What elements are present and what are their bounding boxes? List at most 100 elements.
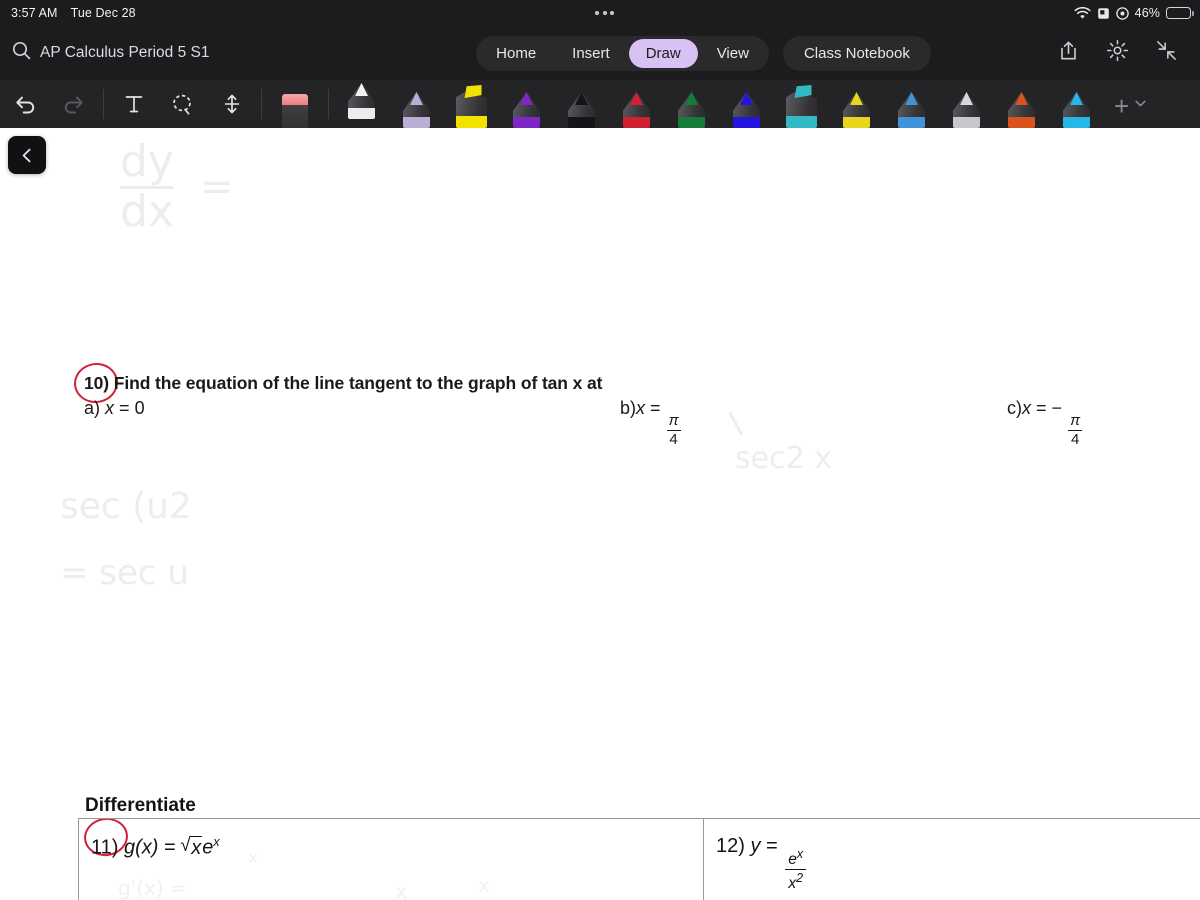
part-c-den: 4 [1070,431,1080,449]
pen-white[interactable] [334,80,389,128]
notebook-search[interactable]: AP Calculus Period 5 S1 [0,41,350,65]
ribbon-right-icons [1057,39,1200,67]
differentiate-heading: Differentiate [85,795,196,816]
part-c-sign: − [1051,398,1063,418]
part-b-eq: = [650,398,661,418]
highlighter-yellow[interactable] [444,80,499,128]
part-a-label: a) [84,398,101,418]
question-10-part-a: a) x = 0 [84,398,145,419]
tab-draw[interactable]: Draw [628,38,698,68]
part-c-label: c) [1007,398,1022,418]
ribbon-bar: AP Calculus Period 5 S1 Home Insert Draw… [0,26,1200,80]
draw-tool-group [0,80,334,128]
undo-button[interactable] [0,80,49,128]
status-time: 3:57 AM [11,6,58,20]
pen-black[interactable] [554,80,609,128]
part-c-var: x [1022,398,1031,418]
share-icon[interactable] [1057,39,1080,67]
ribbon-tabs: Home Insert Draw View Class Notebook [350,35,1057,71]
lasso-select-tool[interactable] [158,80,207,128]
pen-cyan[interactable] [1049,80,1104,128]
pen-green[interactable] [664,80,719,128]
main-tab-group: Home Insert Draw View [476,35,769,71]
pen-silver[interactable] [939,80,994,128]
toolbar-divider [103,89,104,119]
handwriting-bottom-1: x [248,848,259,868]
question-10-number: 10) [84,373,109,393]
battery-charging-icon [1166,6,1194,20]
status-bar-right: 46% [1074,6,1200,20]
search-icon[interactable] [12,41,31,65]
problem-11-expression: 11) g(x) = xex [91,835,703,860]
part-c-eq: = [1036,398,1047,418]
pen-lavender[interactable] [389,80,444,128]
insert-space-tool[interactable] [207,80,256,128]
pen-lightblue[interactable] [884,80,939,128]
highlighter-teal[interactable] [774,80,829,128]
tab-insert[interactable]: Insert [555,39,627,68]
question-10-text: Find the equation of the line tangent to… [113,373,603,393]
eraser-tool[interactable] [267,80,323,128]
handwriting-bottom-2: g'(x) = [118,876,187,900]
problem-12-function: y [750,835,761,857]
problem-11-e: e [202,836,214,859]
part-c-fraction: π 4 [1068,412,1083,449]
question-10-parts: a) x = 0 b)x = π 4 c)x = − π 4 [84,398,1144,447]
handwriting-dydx-den: dx [120,185,174,237]
redo-button[interactable] [49,80,98,128]
problem-12-expression: 12) y = ex x2 [716,835,1200,891]
question-10-prompt: 10) Find the equation of the line tangen… [84,373,1144,394]
handwriting-bottom-3: x [478,873,490,897]
handwriting-secu-line2: = sec u [60,553,189,593]
problem-12-den: x2 [788,870,804,892]
part-a-var: x [105,398,115,418]
part-a-eq: = [119,398,130,418]
handwriting-secu-exp: 2 [169,486,192,527]
toolbar-divider-3 [328,89,329,119]
multitask-handle-icon[interactable] [595,11,615,15]
battery-percent-label: 46% [1134,6,1160,20]
collapse-icon[interactable] [1155,39,1178,67]
problem-11-sqrt: x [180,835,203,860]
text-tool[interactable] [109,80,158,128]
differentiate-table: 11) g(x) = xex 12) y = ex x2 [78,818,1200,900]
add-pen-button[interactable]: + [1104,93,1162,128]
handwriting-sec2x-exp: 2 [785,441,805,476]
table-cell-12: 12) y = ex x2 [704,819,1200,900]
note-page-canvas[interactable]: dy dx = 10) Find the equation of the lin… [0,128,1200,900]
gear-icon[interactable] [1106,39,1129,67]
handwriting-secu-line1: sec (u2 [60,486,192,527]
plus-icon[interactable]: + [1114,93,1129,119]
problem-11-number: 11) [91,836,119,859]
onenote-app-window: 3:57 AM Tue Dec 28 46% AP Calculus Perio… [0,0,1200,900]
handwriting-dydx: dy dx = [120,136,233,237]
handwriting-secu-base: sec (u [60,486,170,527]
pen-orange[interactable] [994,80,1049,128]
alarm-icon [1097,7,1110,20]
pen-purple[interactable] [499,80,554,128]
location-icon [1115,6,1129,20]
part-b-label: b) [620,398,637,418]
part-c-num: π [1070,412,1081,430]
tab-home[interactable]: Home [479,39,553,68]
tab-view[interactable]: View [700,39,766,68]
pen-red[interactable] [609,80,664,128]
pen-blue[interactable] [719,80,774,128]
tab-class-notebook[interactable]: Class Notebook [782,35,931,71]
pen-yellow[interactable] [829,80,884,128]
handwriting-dydx-num: dy [120,136,174,187]
problem-11-radicand: x [190,835,203,859]
question-10-part-b: b)x = π 4 [620,398,682,448]
handwriting-sec2x-base: sec [735,441,786,476]
problem-12-eq: = [766,835,778,857]
chevron-down-icon[interactable] [1133,96,1148,116]
part-a-value: 0 [134,398,145,418]
notebook-title: AP Calculus Period 5 S1 [40,44,210,61]
handwriting-sec2x-var: x [814,441,832,476]
question-10-part-c: c)x = − π 4 [1007,398,1083,448]
part-b-fraction: π 4 [666,413,681,448]
problem-11-eq: = [164,836,176,859]
status-bar-center [136,11,1074,15]
back-button[interactable] [8,136,46,174]
pen-tray: + [334,80,1200,128]
